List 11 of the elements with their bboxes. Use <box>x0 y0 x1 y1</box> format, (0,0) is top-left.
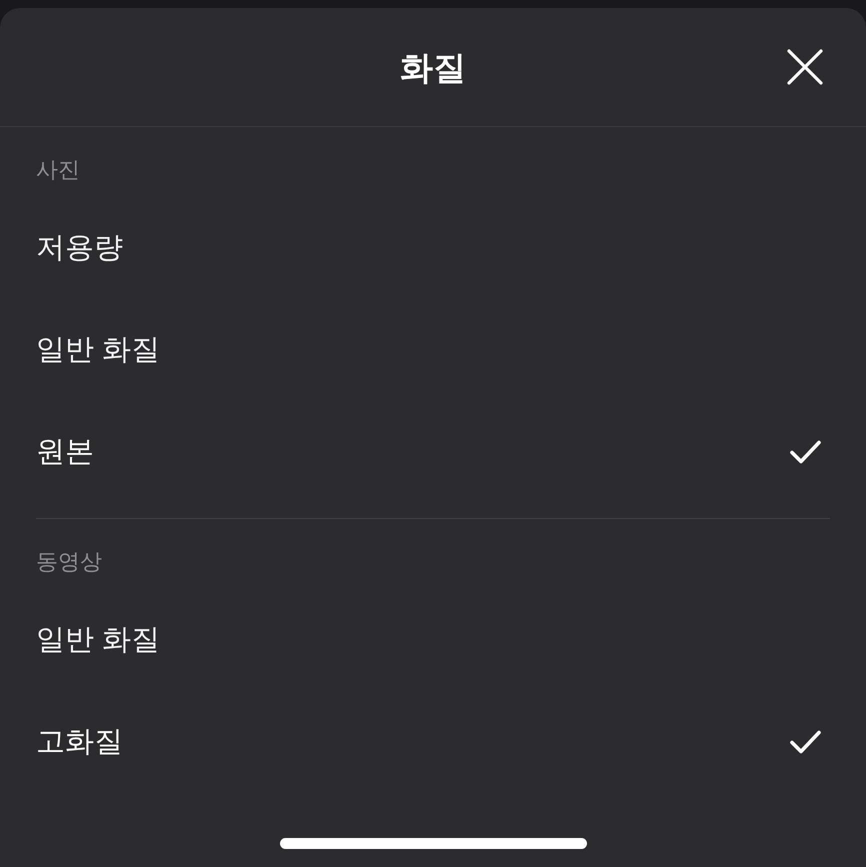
quality-option[interactable]: 고화질 <box>0 691 866 793</box>
section-label: 동영상 <box>36 549 102 574</box>
close-icon <box>787 49 823 85</box>
quality-option[interactable]: 저용량 <box>0 197 866 299</box>
quality-option[interactable]: 일반 화질 <box>0 589 866 691</box>
quality-option[interactable]: 일반 화질 <box>0 299 866 401</box>
checkmark-icon <box>790 730 821 754</box>
quality-option[interactable]: 원본 <box>0 401 866 503</box>
sheet-title: 화질 <box>400 50 466 84</box>
section-label: 사진 <box>36 157 80 182</box>
checkmark-icon <box>790 440 821 464</box>
